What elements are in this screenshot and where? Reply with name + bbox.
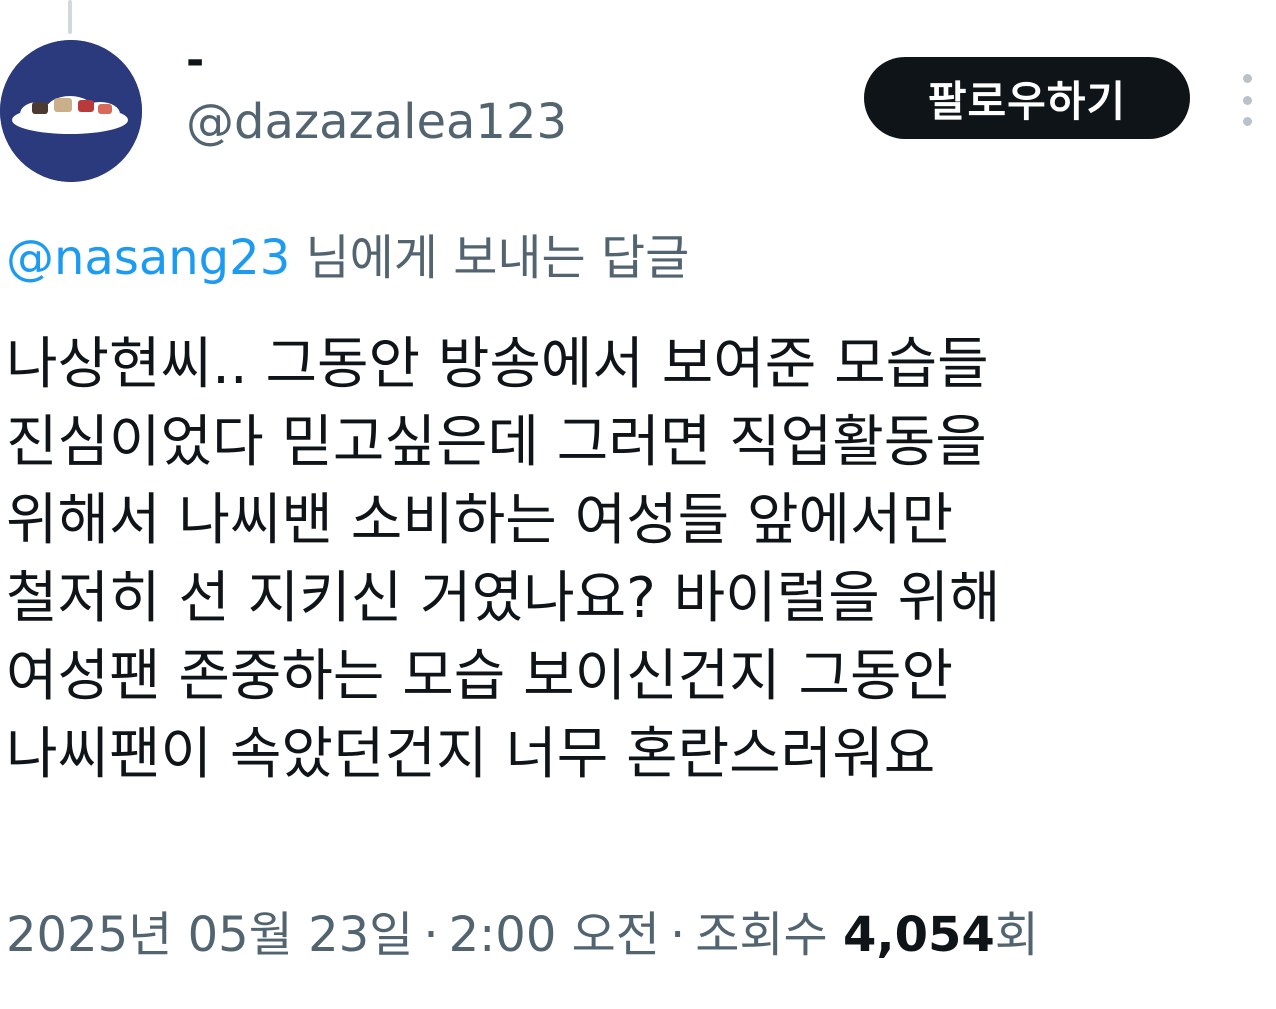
author-info[interactable]: - @dazazalea123	[186, 36, 567, 152]
thread-connector-line	[68, 0, 72, 34]
more-vertical-icon[interactable]	[1230, 74, 1264, 126]
meta-separator: ·	[669, 907, 686, 963]
more-dot	[1242, 74, 1252, 83]
tweet-text-line: 여성팬 존중하는 모습 보이신건지 그동안	[6, 644, 954, 709]
more-dot	[1242, 95, 1252, 105]
tweet-text-line: 나씨팬이 속았던건지 너무 혼란스러워요	[6, 722, 936, 787]
tweet-text-line: 철저히 선 지키신 거였나요? 바이럴을 위해	[6, 566, 1001, 631]
tweet-time[interactable]: 2:00 오전	[449, 907, 660, 963]
tweet-text-line: 나상현씨.. 그동안 방송에서 보여준 모습들	[6, 332, 989, 397]
view-count: 4,054	[842, 907, 995, 963]
tweet-text-line: 진심이었다 믿고싶은데 그러면 직업활동을	[6, 410, 987, 475]
meta-separator: ·	[423, 907, 439, 963]
views-label: 조회수	[695, 907, 828, 963]
more-dot	[1242, 117, 1252, 126]
tweet-text: 나상현씨.. 그동안 방송에서 보여준 모습들 진심이었다 믿고싶은데 그러면 …	[6, 326, 1246, 794]
views-suffix: 회	[994, 907, 1039, 963]
follow-button[interactable]: 팔로우하기	[864, 57, 1190, 139]
avatar-cloud-image	[0, 40, 142, 182]
author-handle[interactable]: @dazazalea123	[186, 92, 567, 152]
tweet-date[interactable]: 2025년 05월 23일	[6, 907, 413, 963]
reply-context: @nasang23 님에게 보내는 답글	[6, 226, 689, 290]
author-display-name[interactable]: -	[186, 36, 567, 86]
avatar[interactable]	[0, 40, 142, 182]
tweet-metadata: 2025년 05월 23일 · 2:00 오전 · 조회수 4,054회	[6, 900, 1039, 970]
reply-to-handle-link[interactable]: @nasang23	[6, 230, 290, 286]
reply-to-label: 님에게 보내는 답글	[290, 230, 690, 286]
tweet-text-line: 위해서 나씨밴 소비하는 여성들 앞에서만	[6, 488, 954, 553]
